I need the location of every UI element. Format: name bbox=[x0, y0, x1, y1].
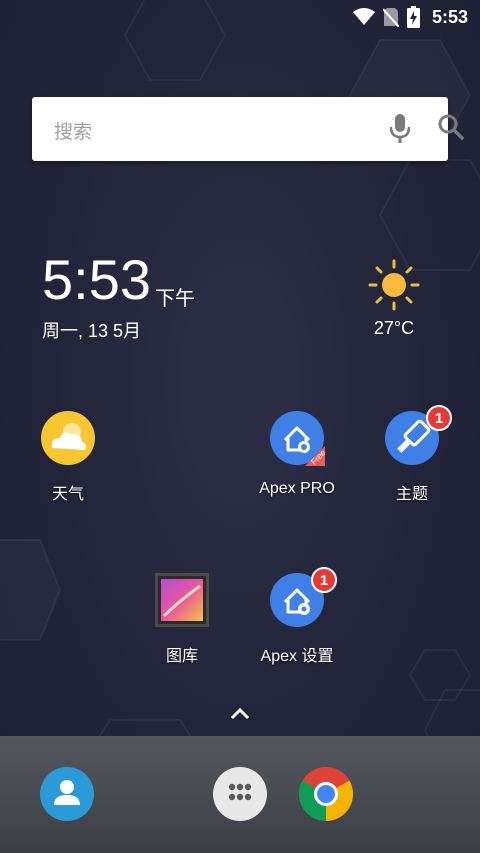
status-bar: 5:53 bbox=[0, 0, 480, 34]
app-label: 天气 bbox=[51, 486, 84, 503]
status-time: 5:53 bbox=[431, 6, 468, 27]
app-weather[interactable]: 天气 bbox=[13, 410, 123, 504]
notification-badge: 1 bbox=[426, 405, 452, 431]
chrome-icon[interactable] bbox=[298, 766, 354, 827]
app-apex-pro[interactable]: Free Apex PRO bbox=[242, 410, 352, 498]
weather-app-icon[interactable] bbox=[40, 410, 96, 466]
app-label: Apex PRO bbox=[259, 480, 335, 497]
app-label: Apex 设置 bbox=[260, 648, 334, 665]
dock bbox=[0, 736, 480, 853]
app-label: 图库 bbox=[165, 648, 198, 665]
apex-settings-icon[interactable]: 1 bbox=[269, 567, 337, 628]
apex-pro-icon[interactable]: Free bbox=[269, 410, 328, 466]
notification-badge: 1 bbox=[311, 567, 337, 593]
chevron-up-icon[interactable] bbox=[228, 704, 252, 727]
app-theme[interactable]: 1 主题 bbox=[357, 405, 467, 504]
clock-date[interactable]: 周一, 13 5月 bbox=[42, 317, 141, 343]
sun-icon[interactable] bbox=[366, 259, 422, 316]
mic-icon[interactable] bbox=[388, 113, 412, 150]
clock-ampm: 下午 bbox=[155, 288, 195, 310]
search-bar[interactable]: 搜索 bbox=[32, 97, 464, 161]
app-apex-settings[interactable]: 1 Apex 设置 bbox=[242, 567, 352, 666]
app-gallery[interactable]: 图库 bbox=[127, 572, 237, 666]
app-drawer-icon[interactable] bbox=[212, 766, 268, 827]
search-icon[interactable] bbox=[437, 113, 465, 148]
contacts-icon[interactable] bbox=[39, 766, 95, 827]
app-label: 主题 bbox=[395, 486, 428, 503]
wifi-icon bbox=[352, 8, 375, 26]
search-placeholder[interactable]: 搜索 bbox=[54, 117, 92, 144]
weather-temperature[interactable]: 27°C bbox=[352, 318, 436, 339]
battery-charging-icon bbox=[406, 6, 420, 28]
no-sim-icon bbox=[382, 7, 399, 27]
theme-brush-icon[interactable]: 1 bbox=[384, 405, 452, 466]
gallery-icon[interactable] bbox=[154, 572, 210, 628]
clock-time[interactable]: 5:53 bbox=[42, 250, 151, 310]
